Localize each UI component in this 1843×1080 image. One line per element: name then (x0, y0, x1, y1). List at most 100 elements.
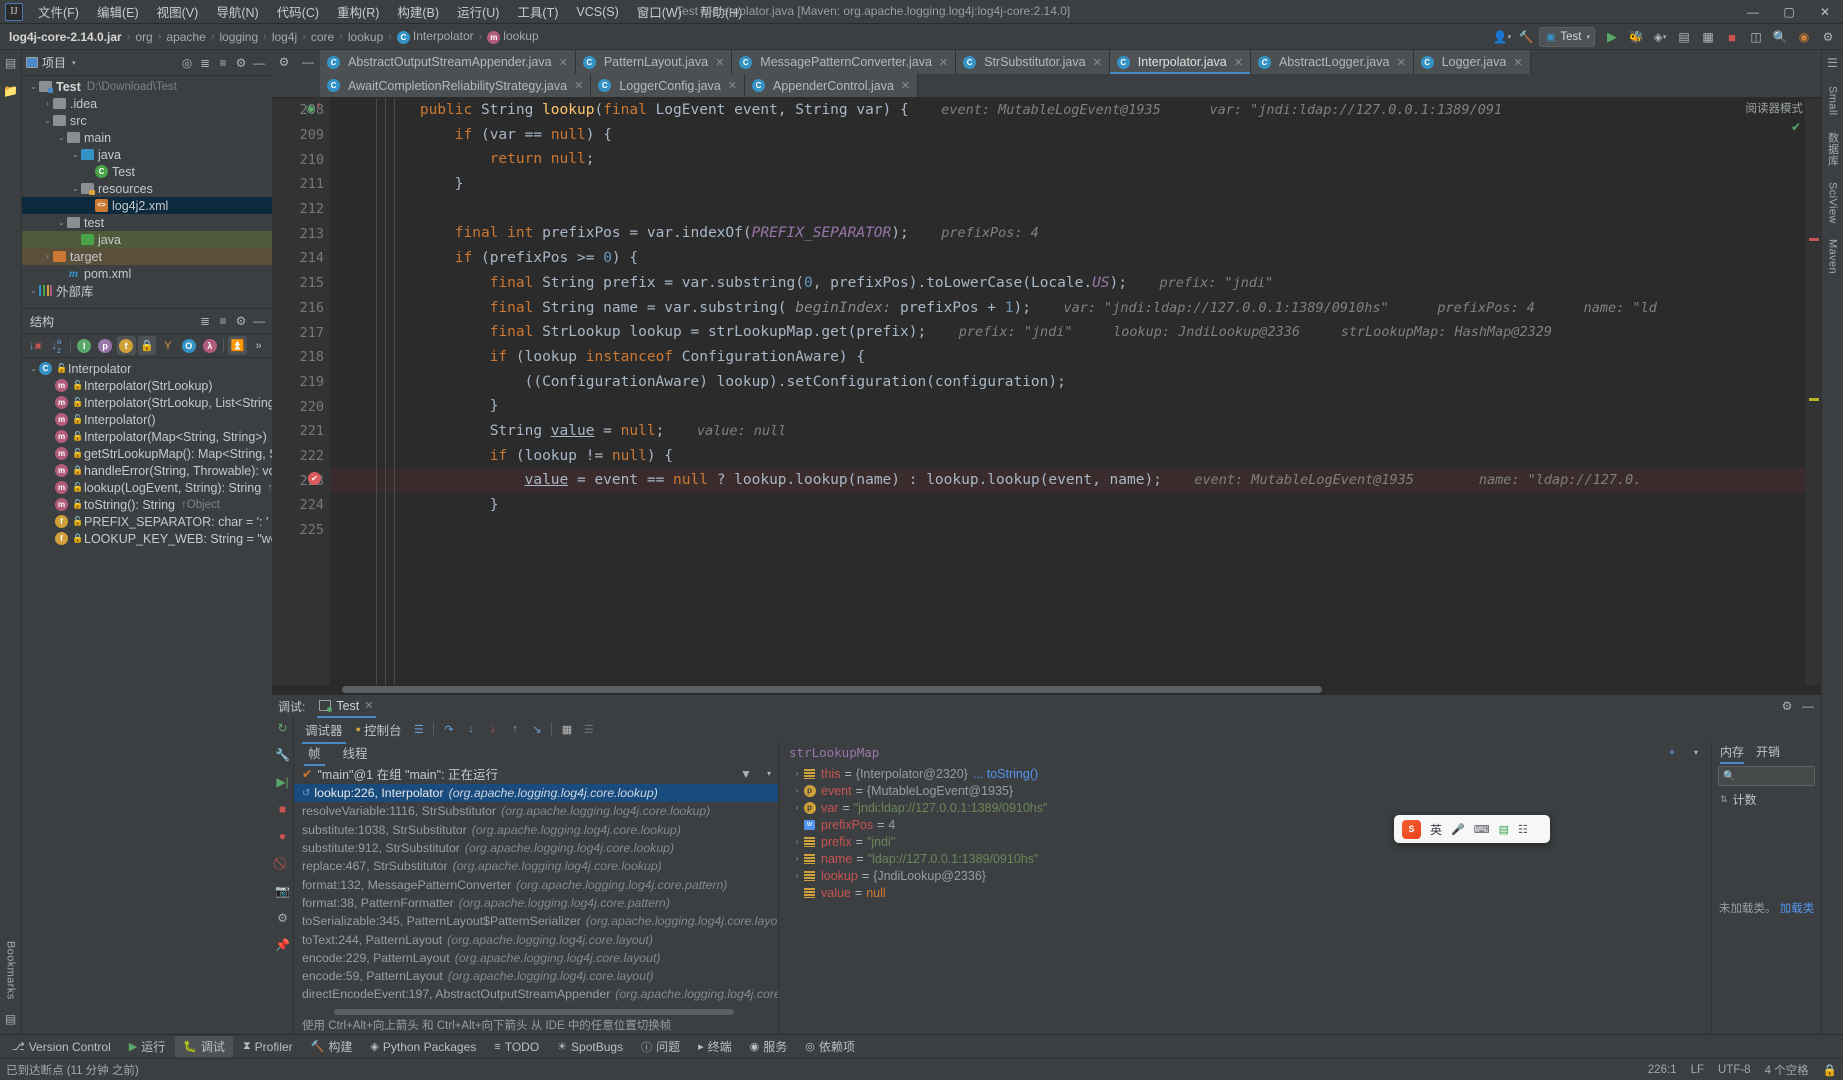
close-icon[interactable]: ✕ (1396, 56, 1405, 69)
frames-scrollbar[interactable] (294, 1008, 778, 1016)
tree-toggle-icon[interactable]: ⌄ (56, 218, 67, 227)
bottom-tool-spotbugs[interactable]: ☀ SpotBugs (549, 1038, 631, 1056)
menu-item-1[interactable]: 编辑(E) (88, 0, 148, 24)
minimize-button[interactable]: — (1735, 0, 1771, 24)
stack-frame-row[interactable]: toText:244, PatternLayout (org.apache.log… (294, 930, 778, 948)
tab-strsubstitutor-java[interactable]: C StrSubstitutor.java ✕ (956, 50, 1110, 74)
coverage-button[interactable]: ◈ ▾ (1649, 26, 1671, 48)
bottom-tool-终端[interactable]: ▸ 终端 (690, 1036, 740, 1057)
code-line-219[interactable]: ((ConfigurationAware) lookup).setConfigu… (330, 370, 1805, 395)
filter-icon[interactable]: ▼ (737, 765, 755, 783)
show-fields-icon[interactable]: f (116, 336, 136, 355)
variable-row-value[interactable]: value = null (779, 884, 1711, 901)
tree-toggle-icon[interactable]: › (42, 99, 53, 108)
stop-button[interactable]: ■ (1721, 26, 1743, 48)
thread-row[interactable]: ✔ "main"@1 在组 "main": 正在运行 ▼ ▾ (294, 763, 778, 784)
stack-frame-row[interactable]: encode:229, PatternLayout (org.apache.log… (294, 949, 778, 967)
code-editor[interactable]: ◉ ↑ ✔ 208 209 210 211 212 213 214 215 216 217 218 2… (272, 98, 1821, 685)
tree-toggle-icon[interactable]: › (42, 252, 53, 261)
code-line-210[interactable]: return null; (330, 147, 1805, 172)
code-line-216[interactable]: final String name = var.substring( begin… (330, 296, 1805, 321)
favorites-tool-icon[interactable]: 📁 (3, 84, 18, 98)
project-tree-item----[interactable]: ⌄ 外部库 (22, 282, 272, 299)
variable-row-lookup[interactable]: › lookup = {JndiLookup@2336} (779, 867, 1711, 884)
close-icon[interactable]: ✕ (559, 56, 568, 69)
expand-icon[interactable]: › (791, 854, 803, 863)
gear-icon[interactable]: ⚙ (232, 312, 250, 330)
close-icon[interactable]: ✕ (901, 79, 910, 92)
expand-all-icon[interactable]: ≣ (196, 54, 214, 72)
frames-icon[interactable]: ☰ (409, 720, 428, 739)
lock-icon[interactable]: 🔒 (1823, 1063, 1837, 1077)
code-line-221[interactable]: String value = null; value: null (330, 419, 1805, 444)
hammer-icon[interactable]: 🔨 (1515, 26, 1537, 48)
code-line-212[interactable] (330, 197, 1805, 222)
variable-row-prefix[interactable]: › prefix = "jndi" (779, 833, 1711, 850)
error-stripe-mark[interactable] (1809, 238, 1819, 241)
code-line-218[interactable]: if (lookup instanceof ConfigurationAware… (330, 345, 1805, 370)
tab-messagepatternconverter-java[interactable]: C MessagePatternConverter.java ✕ (732, 50, 957, 74)
tree-toggle-icon[interactable]: ⌄ (28, 82, 39, 91)
code-line-225[interactable] (330, 518, 1805, 543)
close-icon[interactable]: ✕ (1234, 56, 1243, 69)
profiler-button[interactable]: ▤ (1673, 26, 1695, 48)
close-icon[interactable]: ✕ (574, 79, 583, 92)
structure-item-9[interactable]: f 🔓 PREFIX_SEPARATOR: char = ': ' (22, 513, 272, 530)
project-tree-item-java[interactable]: java (22, 231, 272, 248)
tools-icon[interactable]: ▤ (1499, 823, 1509, 836)
debug-button[interactable]: 🐝 (1625, 26, 1647, 48)
run-to-cursor-icon[interactable]: ↘ (527, 720, 546, 739)
tree-toggle-icon[interactable]: ⌄ (28, 286, 39, 295)
line-separator[interactable]: LF (1691, 1064, 1704, 1076)
menu-item-5[interactable]: 重构(R) (328, 0, 388, 24)
hide-editor-icon[interactable]: — (296, 50, 320, 74)
bottom-tool-调试[interactable]: 🐛 调试 (175, 1036, 233, 1057)
tab-awaitcompletionreliabilitystrategy-java[interactable]: C AwaitCompletionReliabilityStrategy.java… (320, 74, 592, 97)
stack-frames-list[interactable]: ↺ lookup:226, Interpolator (org.apache.log… (294, 784, 778, 1008)
breadcrumb-item-8[interactable]: m lookup (484, 29, 541, 44)
close-icon[interactable]: ✕ (1093, 56, 1102, 69)
collapse-all-icon[interactable]: ≡ (214, 312, 232, 330)
run-method-gutter-icon[interactable]: ◉ (306, 102, 316, 115)
project-tree-item-test[interactable]: ⌄ test (22, 214, 272, 231)
project-tree-item--idea[interactable]: › .idea (22, 95, 272, 112)
run-button[interactable]: ▶ (1601, 26, 1623, 48)
close-icon[interactable]: ✕ (728, 79, 737, 92)
structure-item-7[interactable]: m🔓lookup(LogEvent, String): String↑StrLo… (22, 479, 272, 496)
breadcrumb-item-3[interactable]: logging (216, 30, 261, 44)
stack-frame-row[interactable]: format:132, MessagePatternConverter (org.… (294, 875, 778, 893)
structure-item-1[interactable]: m 🔓 Interpolator(StrLookup) (22, 377, 272, 394)
code-line-217[interactable]: final StrLookup lookup = strLookupMap.ge… (330, 320, 1805, 345)
tab-logger-java[interactable]: C Logger.java ✕ (1413, 50, 1531, 74)
expand-all-icon[interactable]: ≣ (196, 312, 214, 330)
bottom-tool-依赖项[interactable]: ◎ 依赖项 (797, 1036, 863, 1057)
tree-toggle-icon[interactable]: ⌄ (70, 150, 81, 159)
show-anonymous-icon[interactable]: Y (158, 336, 177, 355)
structure-item-4[interactable]: m 🔓 Interpolator(Map<String, String>) (22, 428, 272, 445)
file-encoding[interactable]: UTF-8 (1718, 1064, 1751, 1076)
close-icon[interactable]: ✕ (939, 56, 948, 69)
structure-item-3[interactable]: m 🔓 Interpolator() (22, 411, 272, 428)
variables-list[interactable]: › this = {Interpolator@2320}... toString() ›… (779, 763, 1711, 1034)
locate-icon[interactable]: ◎ (178, 54, 196, 72)
view-breakpoints-icon[interactable]: ● (279, 829, 286, 843)
memory-search-field[interactable]: 🔍 (1718, 766, 1815, 786)
show-interfaces-icon[interactable]: O (179, 336, 198, 355)
bottom-tool-运行[interactable]: ▶ 运行 (121, 1036, 173, 1057)
mic-icon[interactable]: 🎤 (1451, 823, 1465, 836)
stack-frame-row[interactable]: directEncodeEvent:197, AbstractOutputStr… (294, 985, 778, 1003)
show-non-public-icon[interactable]: 🔒 (137, 336, 157, 355)
project-tree-item-java[interactable]: ⌄ java (22, 146, 272, 163)
close-icon[interactable]: ✕ (1513, 56, 1522, 69)
menu-item-2[interactable]: 视图(V) (148, 0, 208, 24)
code-line-224[interactable]: } (330, 493, 1805, 518)
project-tree-item-target[interactable]: › target (22, 248, 272, 265)
code-line-220[interactable]: } (330, 394, 1805, 419)
force-step-into-icon[interactable]: ↓ (483, 720, 502, 739)
watch-expression[interactable]: strLookupMap (789, 745, 879, 760)
run-configuration-selector[interactable]: ▣ Test ▾ (1538, 27, 1595, 47)
menu-item-8[interactable]: 工具(T) (508, 0, 567, 24)
code-line-211[interactable]: } (330, 172, 1805, 197)
tree-toggle-icon[interactable]: ⌄ (56, 133, 67, 142)
structure-item-2[interactable]: m 🔓 Interpolator(StrLookup, List<String>) (22, 394, 272, 411)
